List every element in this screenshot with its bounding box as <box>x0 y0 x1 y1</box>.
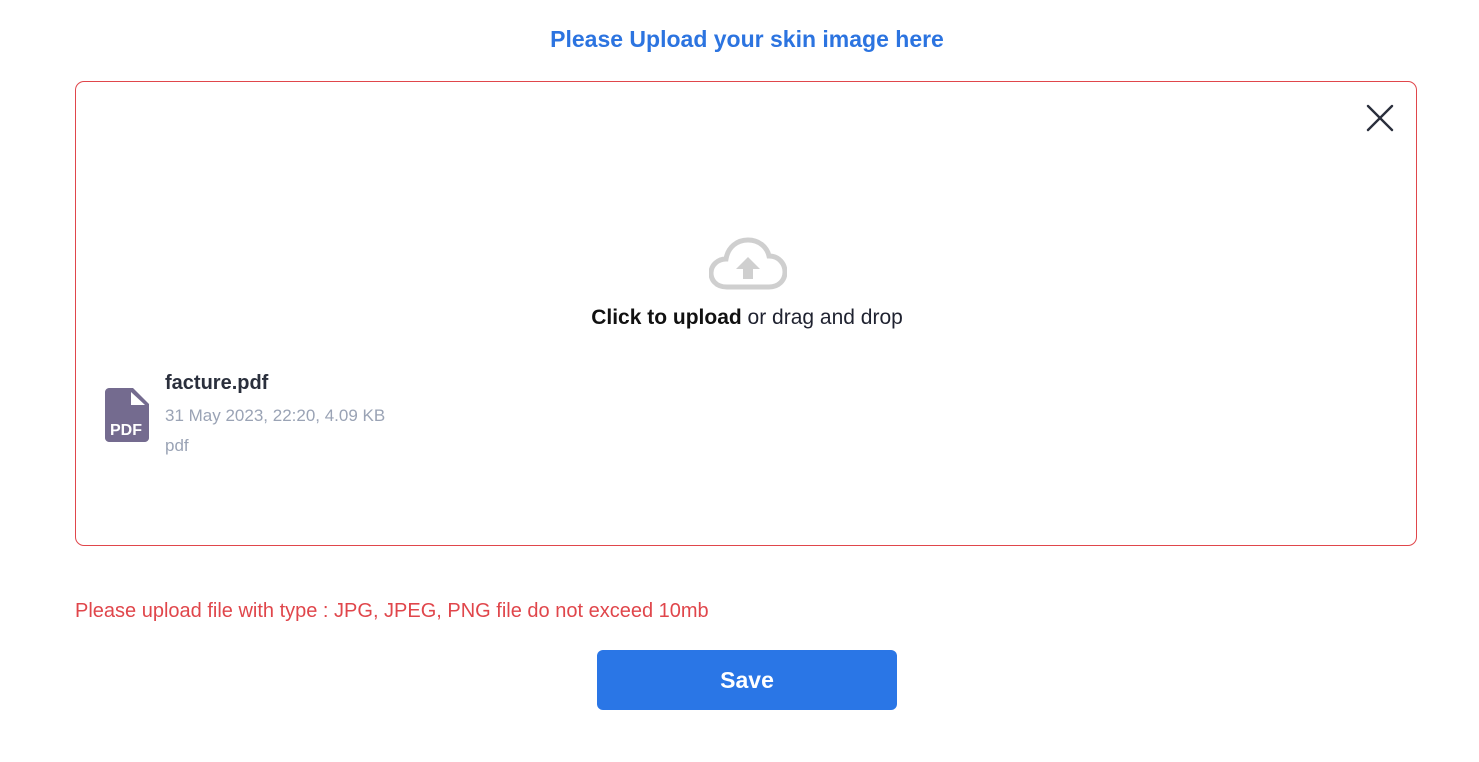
page-title: Please Upload your skin image here <box>550 26 944 52</box>
upload-instructions: Click to upload or drag and drop <box>76 306 1418 330</box>
upload-page: Please Upload your skin image here Click… <box>0 0 1479 762</box>
file-meta: 31 May 2023, 22:20, 4.09 KB <box>165 406 386 425</box>
cloud-upload-icon[interactable] <box>708 237 788 293</box>
upload-error-message: Please upload file with type : JPG, JPEG… <box>75 600 709 622</box>
save-button[interactable]: Save <box>597 650 897 710</box>
upload-dropzone[interactable]: Click to upload or drag and drop PDF fac… <box>75 81 1417 546</box>
click-to-upload-link[interactable]: Click to upload <box>591 306 742 329</box>
pdf-icon-label: PDF <box>110 422 142 439</box>
file-name: facture.pdf <box>165 372 269 394</box>
drag-drop-text: or drag and drop <box>741 306 903 329</box>
close-icon[interactable] <box>1364 102 1396 134</box>
pdf-file-icon: PDF <box>105 388 149 442</box>
file-type: pdf <box>165 436 189 455</box>
